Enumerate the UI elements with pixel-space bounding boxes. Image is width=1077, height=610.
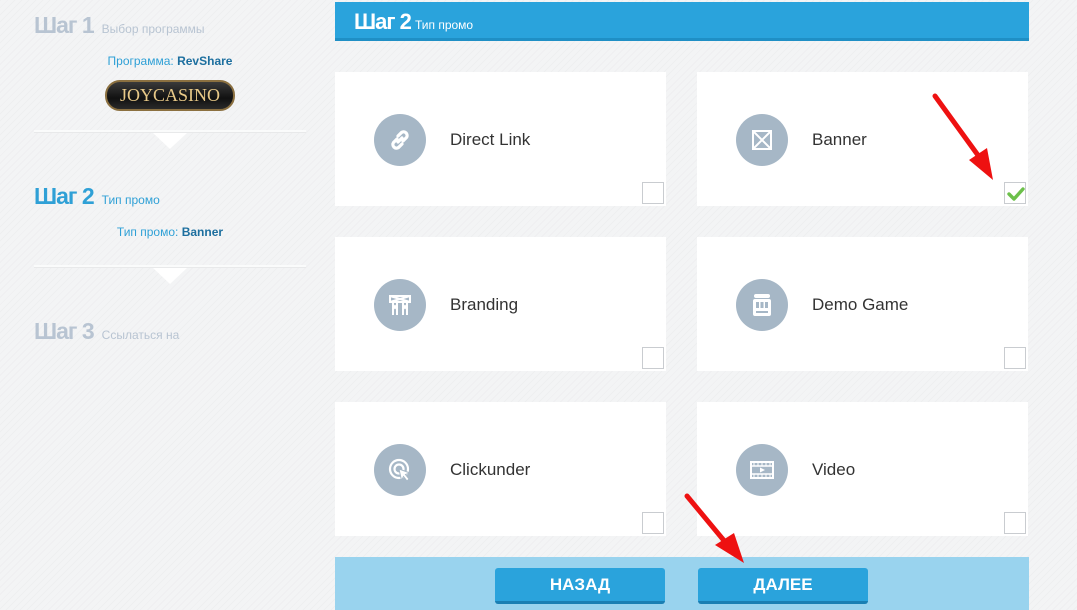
promo-card-label: Branding (450, 295, 519, 314)
step-2-header: Шаг 2 Тип промо (34, 183, 160, 210)
step-1-number: Шаг 1 (34, 12, 95, 38)
step-2-label: Тип промо (101, 193, 160, 207)
promo-card-label: Direct Link (450, 130, 531, 149)
step-1-label: Выбор программы (101, 22, 205, 36)
step-1-summary-value: RevShare (177, 54, 233, 68)
next-button[interactable]: ДАЛЕЕ (698, 568, 868, 604)
checkbox[interactable] (642, 512, 664, 534)
checkbox[interactable] (1004, 347, 1026, 369)
step-header-bar: Шаг 2 Тип промо (335, 2, 1029, 41)
step-3-label: Ссылаться на (101, 328, 180, 342)
banner-icon (736, 114, 788, 166)
step-1-header: Шаг 1 Выбор программы (34, 12, 205, 39)
promo-card-direct-link[interactable]: Direct Link (335, 72, 666, 206)
annotation-arrow-next (684, 493, 744, 563)
promo-card-label: Demo Game (812, 295, 909, 314)
step-3-header: Шаг 3 Ссылаться на (34, 318, 179, 345)
step-notch (153, 268, 187, 284)
cursor-click-icon (374, 444, 426, 496)
header-step-label: Тип промо (415, 18, 474, 32)
link-icon (374, 114, 426, 166)
promo-card-clickunder[interactable]: Clickunder (335, 402, 666, 536)
branding-icon (374, 279, 426, 331)
step-1-summary: Программа: RevShare (34, 54, 306, 68)
checkbox[interactable] (642, 347, 664, 369)
promo-card-label: Video (812, 460, 856, 479)
checkbox-checked[interactable] (1004, 182, 1026, 204)
header-step-number: Шаг 2 (354, 9, 412, 34)
step-2-number: Шаг 2 (34, 183, 95, 209)
check-icon (1007, 187, 1025, 201)
step-3-number: Шаг 3 (34, 318, 95, 344)
step-2-summary-key: Тип промо: (116, 225, 179, 239)
step-2-summary: Тип промо: Banner (34, 225, 306, 239)
logo-text: JOYCASINO (119, 85, 220, 105)
promo-card-branding[interactable]: Branding (335, 237, 666, 371)
joycasino-logo: JOYCASINO (105, 80, 235, 111)
annotation-arrow-banner (932, 93, 993, 180)
step-2-summary-value: Banner (181, 225, 224, 239)
step-1-summary-key: Программа: (107, 54, 174, 68)
promo-card-label: Banner (812, 130, 867, 149)
checkbox[interactable] (1004, 512, 1026, 534)
step-notch (153, 133, 187, 149)
slot-machine-icon (736, 279, 788, 331)
checkbox[interactable] (642, 182, 664, 204)
promo-card-demo-game[interactable]: Demo Game (697, 237, 1028, 371)
back-button[interactable]: НАЗАД (495, 568, 665, 604)
promo-card-label: Clickunder (450, 460, 531, 479)
